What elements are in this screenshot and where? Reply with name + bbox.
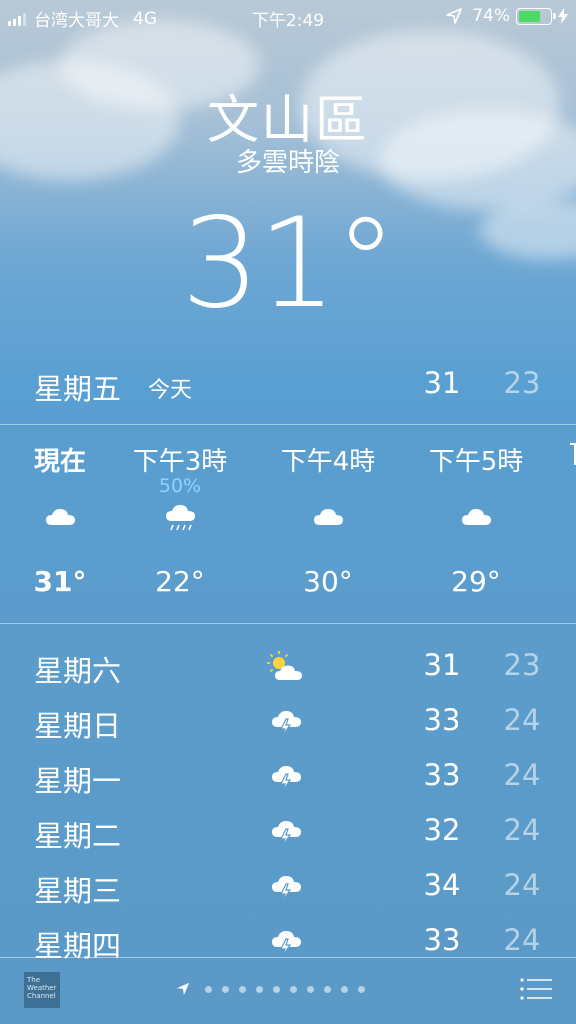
daily-row: 星期一 33 24 — [0, 750, 576, 805]
battery-fill — [519, 10, 540, 22]
daily-row: 星期六 31 23 — [0, 640, 576, 695]
cloud-icon — [462, 509, 491, 525]
page-dot[interactable] — [341, 985, 348, 993]
page-dot[interactable] — [307, 985, 314, 993]
daily-day: 星期日 — [34, 709, 122, 743]
daily-high: 34 — [423, 868, 461, 902]
page-indicator[interactable] — [176, 982, 370, 996]
today-high: 31 — [423, 366, 461, 400]
hourly-time: 下午5時 — [428, 447, 524, 477]
daily-high: 33 — [423, 923, 461, 957]
current-temperature: 31° — [181, 192, 397, 336]
today-low: 23 — [503, 366, 541, 400]
current-condition: 多雲時陰 — [235, 148, 340, 178]
thunderstorm-icon — [272, 821, 301, 848]
page-dot[interactable] — [222, 985, 229, 993]
daily-high: 33 — [423, 703, 461, 737]
weather-channel-logo[interactable]: The Weather Channel — [24, 972, 60, 1008]
hourly-precip: 50% — [158, 475, 202, 497]
daily-day: 星期三 — [34, 874, 122, 908]
cloud-icon — [46, 509, 75, 525]
today-day: 星期五 — [34, 372, 122, 406]
daily-day: 星期六 — [34, 654, 122, 688]
daily-row: 星期日 33 24 — [0, 695, 576, 750]
location-arrow-icon — [446, 8, 463, 24]
today-tag: 今天 — [148, 378, 193, 403]
daily-high: 31 — [423, 648, 461, 682]
page-dot[interactable] — [256, 985, 263, 993]
daily-day: 星期二 — [34, 819, 122, 853]
battery-icon — [516, 7, 556, 25]
hourly-next-peek — [570, 441, 576, 467]
thunderstorm-icon — [272, 766, 301, 793]
page-dot[interactable] — [324, 985, 331, 993]
daily-low: 24 — [503, 923, 541, 957]
page-dot[interactable] — [273, 985, 280, 993]
rain-cloud-icon — [166, 505, 195, 531]
partly-sunny-icon — [267, 651, 302, 680]
logo-text: The Weather Channel — [27, 976, 57, 1000]
location-arrow-icon — [176, 982, 190, 996]
daily-day: 星期一 — [34, 764, 122, 798]
daily-low: 24 — [503, 868, 541, 902]
page-dot[interactable] — [205, 985, 212, 993]
bottom-toolbar: The Weather Channel — [0, 958, 576, 1024]
today-row: 星期五 今天 31 23 — [0, 362, 576, 406]
thunderstorm-icon — [272, 876, 301, 903]
daily-low: 24 — [503, 813, 541, 847]
hourly-temp: 29° — [451, 565, 501, 598]
daily-high: 33 — [423, 758, 461, 792]
page-dot[interactable] — [358, 985, 365, 993]
bolt-icon — [558, 8, 568, 24]
battery-percent: 74% — [472, 6, 510, 26]
hourly-forecast[interactable]: 現在 31° 下午3時 50% 22° 下午4時 30° 下午5時 29° — [0, 425, 576, 623]
daily-low: 24 — [503, 703, 541, 737]
hourly-time: 下午3時 — [132, 447, 228, 477]
divider — [0, 623, 576, 624]
status-bar: 台湾大哥大 4G 下午2:49 74% — [0, 0, 576, 32]
hourly-temp: 30° — [303, 565, 353, 598]
daily-high: 32 — [423, 813, 461, 847]
hourly-time: 下午4時 — [280, 447, 376, 477]
cloud-icon — [314, 509, 343, 525]
list-icon[interactable] — [520, 978, 552, 1000]
daily-low: 24 — [503, 758, 541, 792]
daily-low: 23 — [503, 648, 541, 682]
thunderstorm-icon — [272, 931, 301, 958]
page-dot[interactable] — [290, 985, 297, 993]
thunderstorm-icon — [272, 711, 301, 738]
daily-row: 星期二 32 24 — [0, 805, 576, 860]
hourly-temp: 22° — [155, 565, 205, 598]
daily-row: 星期三 34 24 — [0, 860, 576, 915]
page-dot[interactable] — [239, 985, 246, 993]
